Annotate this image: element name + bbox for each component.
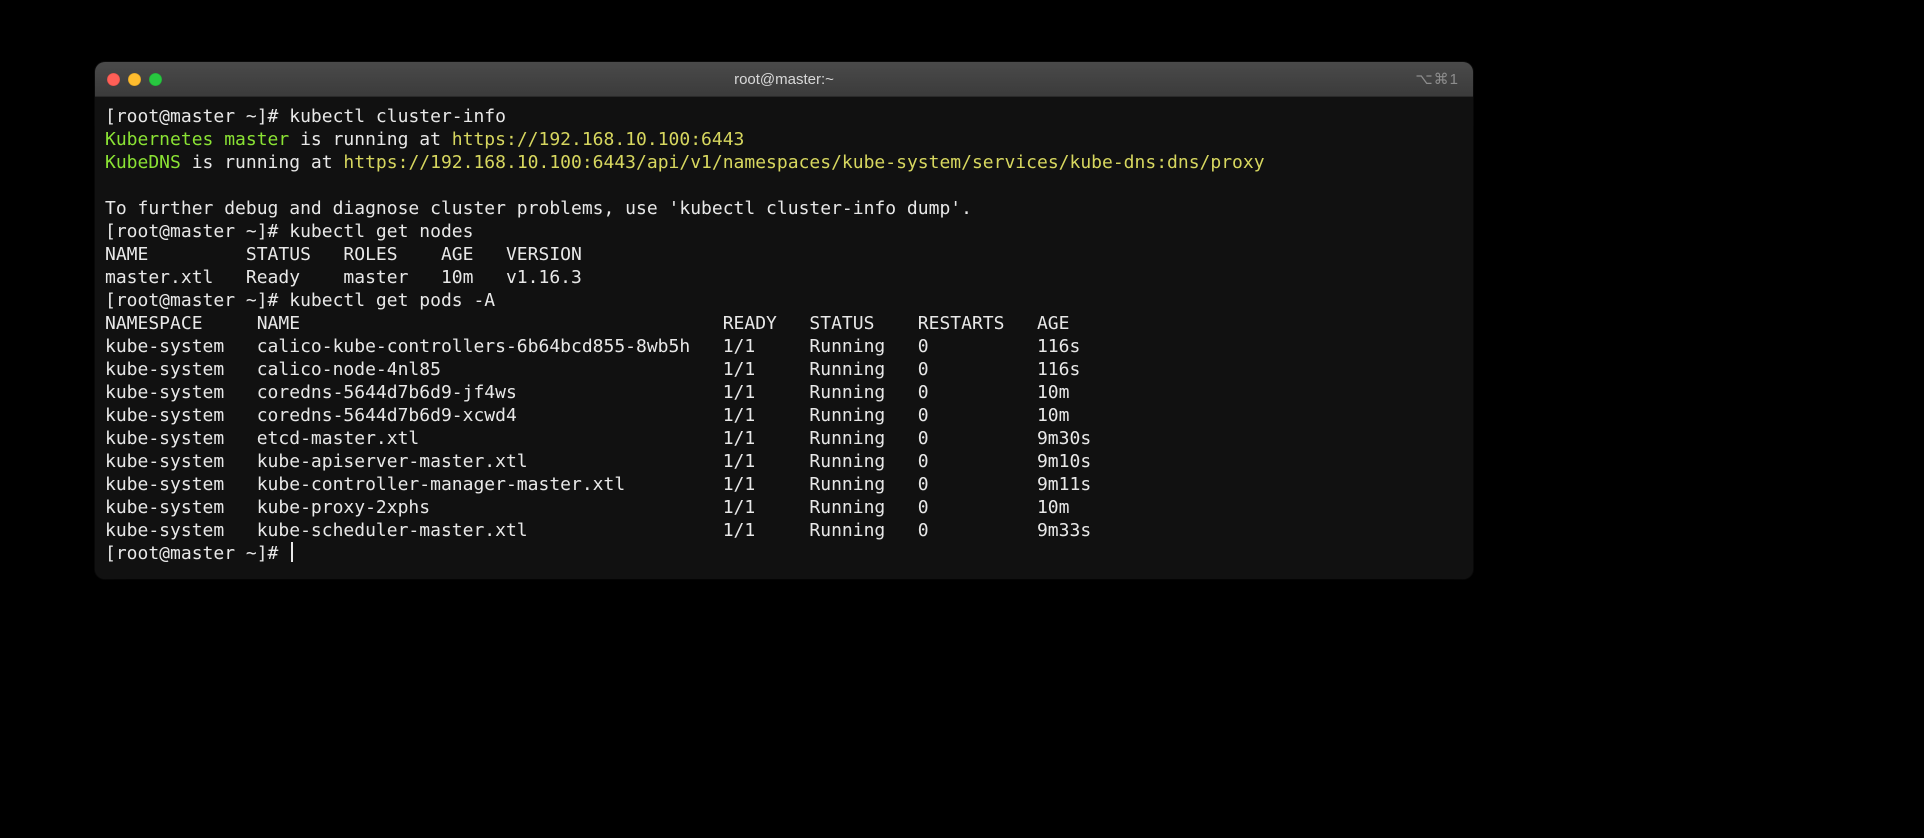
table-row: kube-system coredns-5644d7b6d9-xcwd4 1/1… — [105, 405, 1070, 426]
prompt: [root@master ~]# — [105, 290, 289, 311]
shortcut-hint: ⌥⌘1 — [1415, 70, 1473, 88]
table-row: kube-system kube-controller-manager-mast… — [105, 474, 1091, 495]
table-row: kube-system calico-kube-controllers-6b64… — [105, 336, 1080, 357]
prompt: [root@master ~]# — [105, 106, 289, 127]
titlebar: root@master:~ ⌥⌘1 — [95, 62, 1473, 97]
window-controls — [95, 73, 162, 86]
close-icon[interactable] — [107, 73, 120, 86]
minimize-icon[interactable] — [128, 73, 141, 86]
table-row: kube-system coredns-5644d7b6d9-jf4ws 1/1… — [105, 382, 1070, 403]
output-url: https://192.168.10.100:6443 — [452, 129, 745, 150]
output-url: https://192.168.10.100:6443/api/v1/names… — [343, 152, 1264, 173]
terminal-body[interactable]: [root@master ~]# kubectl cluster-info Ku… — [95, 97, 1473, 579]
table-row: kube-system kube-scheduler-master.xtl 1/… — [105, 520, 1091, 541]
table-header: NAME STATUS ROLES AGE VERSION — [105, 244, 582, 265]
command: kubectl get nodes — [289, 221, 473, 242]
table-header: NAMESPACE NAME READY STATUS RESTARTS AGE — [105, 313, 1070, 334]
prompt: [root@master ~]# — [105, 543, 289, 564]
command: kubectl cluster-info — [289, 106, 506, 127]
command: kubectl get pods -A — [289, 290, 495, 311]
prompt: [root@master ~]# — [105, 221, 289, 242]
output-text: KubeDNS — [105, 152, 181, 173]
table-row: kube-system calico-node-4nl85 1/1 Runnin… — [105, 359, 1080, 380]
output-text: is running at — [289, 129, 452, 150]
table-row: kube-system kube-proxy-2xphs 1/1 Running… — [105, 497, 1070, 518]
zoom-icon[interactable] — [149, 73, 162, 86]
table-row: kube-system kube-apiserver-master.xtl 1/… — [105, 451, 1091, 472]
table-row: kube-system etcd-master.xtl 1/1 Running … — [105, 428, 1091, 449]
terminal-window: root@master:~ ⌥⌘1 [root@master ~]# kubec… — [95, 62, 1473, 579]
table-row: master.xtl Ready master 10m v1.16.3 — [105, 267, 582, 288]
output-text: Kubernetes master — [105, 129, 289, 150]
output-text: is running at — [181, 152, 344, 173]
output-text: To further debug and diagnose cluster pr… — [105, 198, 972, 219]
cursor-icon — [291, 542, 293, 562]
window-title: root@master:~ — [95, 71, 1473, 88]
